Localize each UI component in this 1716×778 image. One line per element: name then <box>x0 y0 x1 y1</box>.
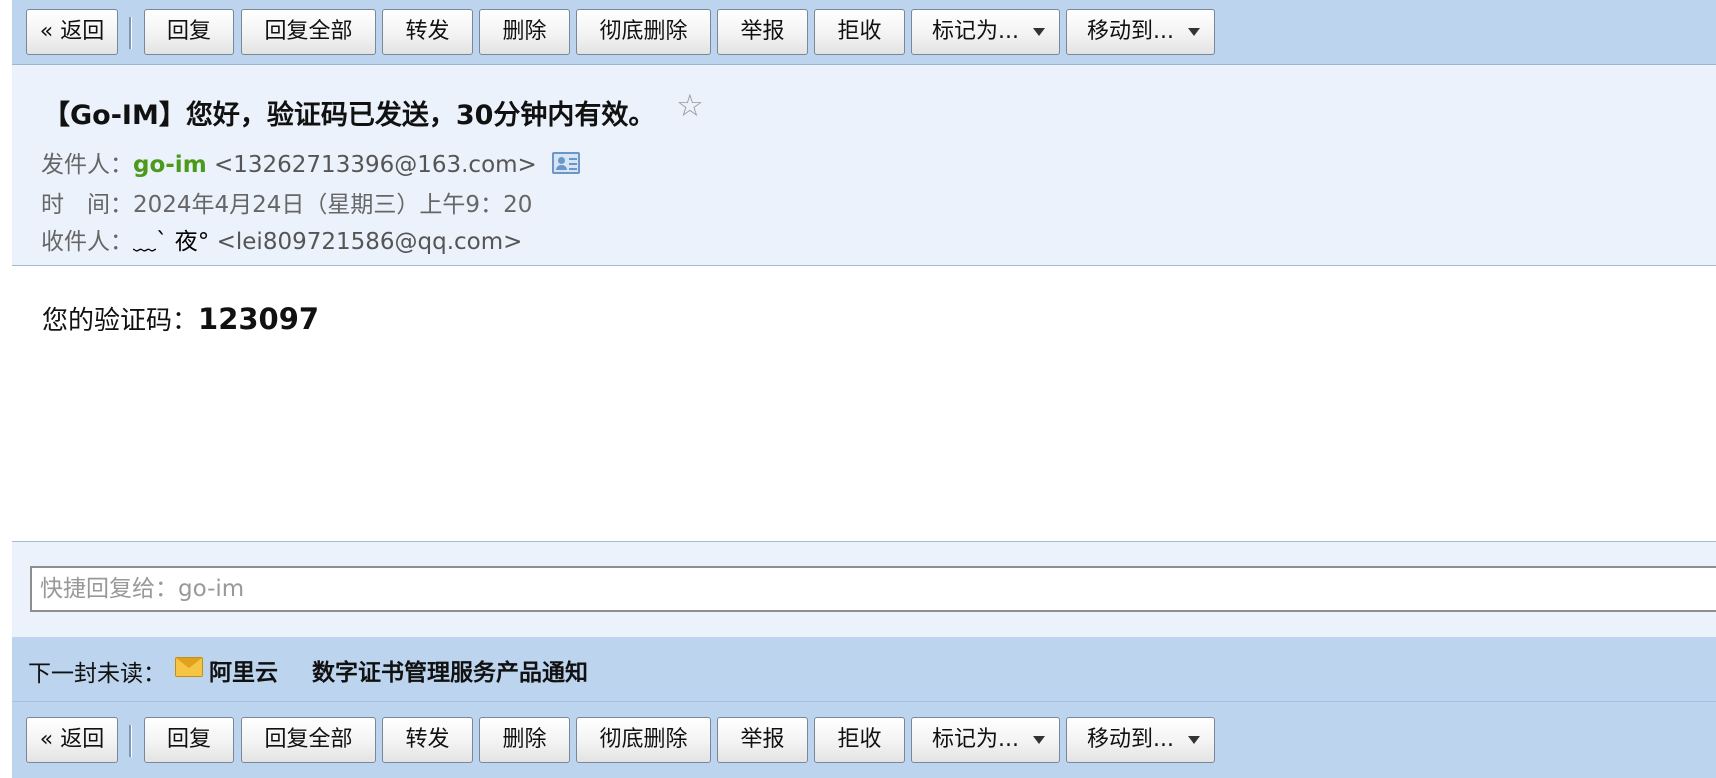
reply-all-button[interactable]: 回复全部 <box>241 717 376 763</box>
move-to-dropdown[interactable]: 移动到... <box>1066 9 1215 55</box>
star-icon[interactable]: ☆ <box>676 91 704 122</box>
mark-as-dropdown[interactable]: 标记为... <box>911 9 1060 55</box>
bottom-toolbar: « 返回 回复 回复全部 转发 删除 彻底删除 举报 拒收 标记为... 移动到… <box>12 701 1716 778</box>
reply-button[interactable]: 回复 <box>144 9 234 55</box>
mark-as-label: 标记为... <box>932 19 1019 44</box>
quick-reply-area: 快捷回复给：go-im <box>12 541 1716 638</box>
move-to-dropdown[interactable]: 移动到... <box>1066 717 1215 763</box>
reject-button[interactable]: 拒收 <box>814 717 905 763</box>
next-unread-bar: 下一封未读： 阿里云 数字证书管理服务产品通知 <box>12 637 1716 701</box>
delete-button[interactable]: 删除 <box>479 9 570 55</box>
recipient-name[interactable]: ﹏ˋ 夜° <box>133 229 209 255</box>
mark-as-dropdown[interactable]: 标记为... <box>911 717 1060 763</box>
message-body: 您的验证码：123097 <box>42 300 319 337</box>
chevron-down-icon <box>1033 736 1045 744</box>
reply-button[interactable]: 回复 <box>144 717 234 763</box>
recipient-email: <lei809721586@qq.com> <box>216 229 523 255</box>
reply-all-button[interactable]: 回复全部 <box>241 9 376 55</box>
back-button[interactable]: « 返回 <box>26 9 118 55</box>
report-button[interactable]: 举报 <box>717 717 808 763</box>
report-button[interactable]: 举报 <box>717 9 808 55</box>
time-value: 2024年4月24日（星期三）上午9：20 <box>133 192 533 218</box>
toolbar-divider <box>129 17 132 49</box>
time-label: 时 间： <box>41 192 133 218</box>
next-unread-subject[interactable]: 数字证书管理服务产品通知 <box>312 653 588 687</box>
chevron-down-icon <box>1188 736 1200 744</box>
reject-button[interactable]: 拒收 <box>814 9 905 55</box>
move-to-label: 移动到... <box>1087 19 1174 44</box>
envelope-icon <box>175 657 203 677</box>
sender-label: 发件人： <box>41 152 133 178</box>
delete-button[interactable]: 删除 <box>479 717 570 763</box>
next-unread-label: 下一封未读： <box>28 661 166 687</box>
sender-row: 发件人：go-im <13262713396@163.com> <box>41 145 581 179</box>
back-button[interactable]: « 返回 <box>26 717 118 763</box>
time-row: 时 间：2024年4月24日（星期三）上午9：20 <box>41 185 532 219</box>
quick-reply-input[interactable]: 快捷回复给：go-im <box>30 566 1716 612</box>
sender-email: <13262713396@163.com> <box>213 152 537 178</box>
mark-as-label: 标记为... <box>932 727 1019 752</box>
verification-label: 您的验证码： <box>42 306 199 336</box>
top-toolbar: « 返回 回复 回复全部 转发 删除 彻底删除 举报 拒收 标记为... 移动到… <box>12 0 1716 65</box>
recipient-label: 收件人： <box>41 229 133 255</box>
recipient-row: 收件人：﹏ˋ 夜° <lei809721586@qq.com> <box>41 222 522 256</box>
chevron-down-icon <box>1188 28 1200 36</box>
message-subject: 【Go-IM】您好，验证码已发送，30分钟内有效。 <box>43 100 656 131</box>
forward-button[interactable]: 转发 <box>382 717 473 763</box>
chevron-down-icon <box>1033 28 1045 36</box>
forward-button[interactable]: 转发 <box>382 9 473 55</box>
sender-name[interactable]: go-im <box>133 152 207 178</box>
next-unread-sender[interactable]: 阿里云 <box>209 653 278 687</box>
message-header: 【Go-IM】您好，验证码已发送，30分钟内有效。 ☆ 发件人：go-im <1… <box>12 65 1716 266</box>
move-to-label: 移动到... <box>1087 727 1174 752</box>
delete-permanently-button[interactable]: 彻底删除 <box>576 9 711 55</box>
contact-card-icon[interactable] <box>552 152 581 174</box>
delete-permanently-button[interactable]: 彻底删除 <box>576 717 711 763</box>
verification-code: 123097 <box>198 302 320 336</box>
toolbar-divider <box>129 725 132 757</box>
